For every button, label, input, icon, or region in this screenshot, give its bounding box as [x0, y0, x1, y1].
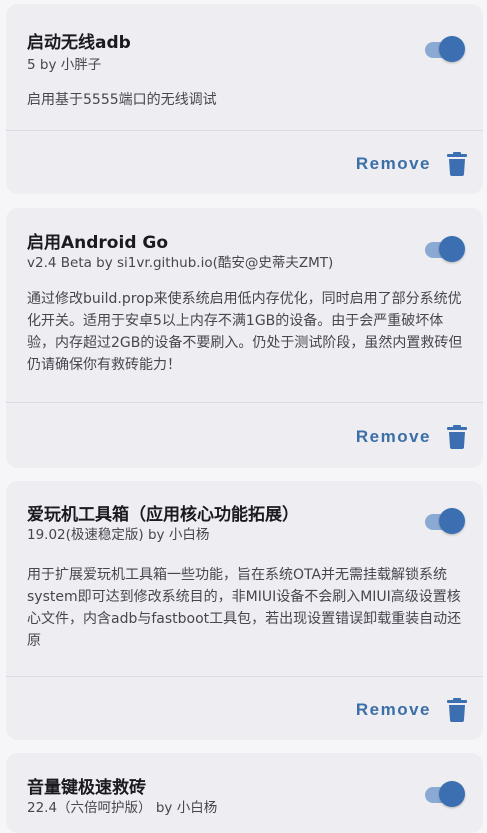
remove-button[interactable]: Remove [356, 696, 467, 724]
module-meta: 5 by 小胖子 [27, 57, 102, 73]
toggle-thumb [439, 36, 465, 62]
trash-icon [447, 425, 467, 449]
trash-icon [447, 152, 467, 176]
module-card: 启动无线adb 5 by 小胖子 启用基于5555端口的无线调试 Remove [6, 4, 483, 194]
module-enable-toggle[interactable] [423, 508, 467, 534]
remove-button[interactable]: Remove [356, 423, 467, 451]
remove-button[interactable]: Remove [356, 150, 467, 178]
module-card: 启用Android Go v2.4 Beta by si1vr.github.i… [6, 208, 483, 468]
remove-label: Remove [355, 154, 431, 173]
card-divider [6, 402, 483, 403]
remove-label: Remove [355, 427, 431, 446]
toggle-thumb [439, 508, 465, 534]
module-meta: v2.4 Beta by si1vr.github.io(酷安@史蒂夫ZMT) [27, 255, 334, 271]
module-description: 启用基于5555端口的无线调试 [27, 92, 217, 108]
toggle-thumb [439, 236, 465, 262]
module-title: 音量键极速救砖 [27, 778, 146, 798]
trash-icon [447, 698, 467, 722]
module-title: 启动无线adb [27, 33, 131, 53]
module-description: 通过修改build.prop来使系统启用低内存优化，同时启用了部分系统优化开关。… [27, 291, 463, 373]
module-card: 音量键极速救砖 22.4（六倍呵护版） by 小白杨 [6, 753, 483, 833]
module-card: 爱玩机工具箱（应用核心功能拓展） 19.02(极速稳定版) by 小白杨 用于扩… [6, 481, 483, 740]
module-enable-toggle[interactable] [423, 781, 467, 807]
module-enable-toggle[interactable] [423, 236, 467, 262]
module-title: 启用Android Go [27, 233, 169, 253]
remove-label: Remove [355, 700, 431, 719]
module-title: 爱玩机工具箱（应用核心功能拓展） [27, 505, 299, 525]
module-meta: 19.02(极速稳定版) by 小白杨 [27, 527, 210, 543]
card-divider [6, 676, 483, 677]
card-divider [6, 130, 483, 131]
toggle-thumb [439, 781, 465, 807]
module-enable-toggle[interactable] [423, 36, 467, 62]
module-description: 用于扩展爱玩机工具箱一些功能，旨在系统OTA并无需挂载解锁系统system即可达… [27, 567, 462, 649]
module-meta: 22.4（六倍呵护版） by 小白杨 [27, 800, 218, 816]
